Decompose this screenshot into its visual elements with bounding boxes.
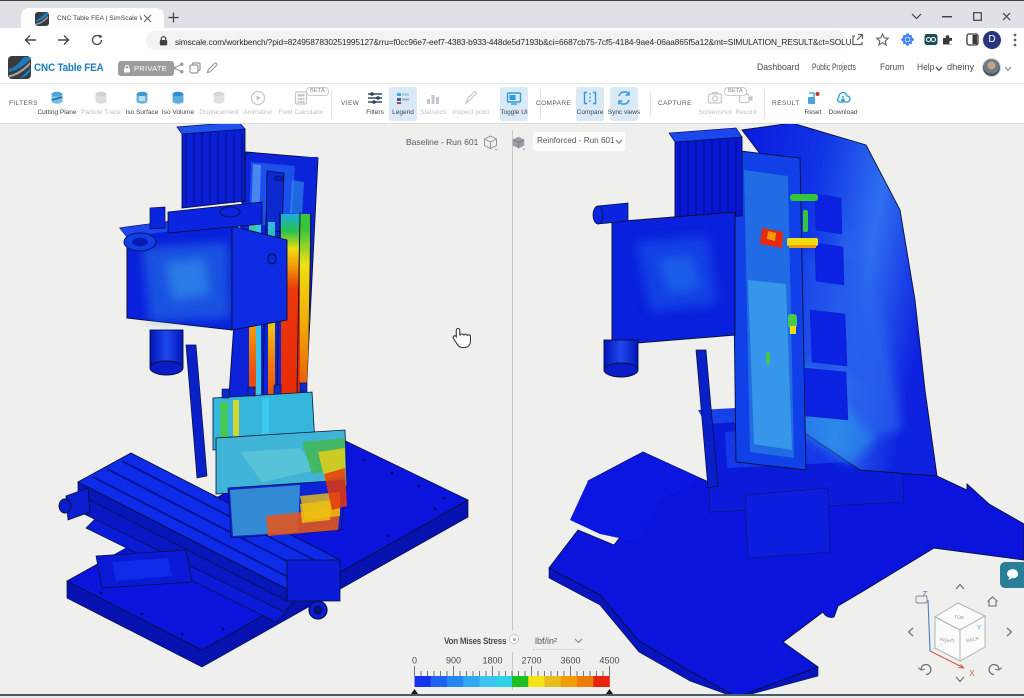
svg-text:1800: 1800: [482, 656, 502, 666]
svg-text:900: 900: [446, 656, 461, 666]
svg-text:Y: Y: [976, 623, 981, 632]
svg-text:2700: 2700: [521, 656, 541, 666]
svg-text:3600: 3600: [560, 656, 580, 666]
svg-text:4500: 4500: [599, 656, 619, 666]
svg-text:0: 0: [412, 656, 417, 666]
svg-text:TOP: TOP: [954, 614, 964, 621]
svg-text:X: X: [969, 669, 975, 678]
